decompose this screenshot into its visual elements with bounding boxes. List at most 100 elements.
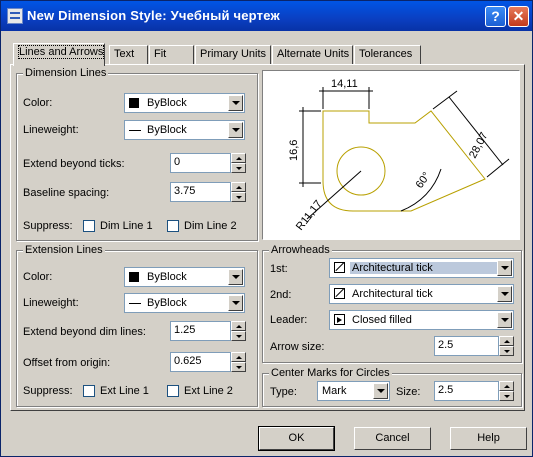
chevron-down-icon[interactable] (228, 95, 243, 111)
close-icon[interactable]: ✕ (508, 6, 529, 27)
spin-up-icon[interactable] (231, 352, 246, 362)
ext-offset-label: Offset from origin: (23, 357, 111, 369)
dim-line1-label: Dim Line 1 (100, 220, 153, 232)
ext-offset-stepper[interactable]: 0.625 (170, 352, 246, 372)
dim-radius-label: R11,17 (294, 198, 325, 233)
spin-up-icon[interactable] (499, 381, 514, 391)
dim-line2-checkbox[interactable] (167, 220, 179, 232)
second-arrow-select[interactable]: Architectural tick (329, 284, 514, 304)
tab-primary-units[interactable]: Primary Units (195, 45, 271, 64)
dim-color-value: ByBlock (147, 97, 187, 109)
second-arrow-label: 2nd: (270, 289, 292, 301)
ext-lineweight-value: ByBlock (147, 297, 187, 309)
ext-line2-checkbox[interactable] (167, 385, 179, 397)
leader-select[interactable]: Closed filled (329, 310, 514, 330)
ext-color-value: ByBlock (147, 271, 187, 283)
ext-extend-label: Extend beyond dim lines: (23, 326, 146, 338)
spin-down-icon[interactable] (231, 331, 246, 341)
ext-color-select[interactable]: ByBlock (124, 267, 245, 287)
preview-pane: 14,11 16,6 28,07 60° R11,17 (262, 70, 520, 240)
center-type-label: Type: (270, 386, 297, 398)
closed-filled-arrow-icon (334, 314, 345, 325)
chevron-down-icon[interactable] (228, 295, 243, 311)
chevron-down-icon[interactable] (497, 260, 512, 276)
dim-lineweight-label: Lineweight: (23, 124, 79, 136)
preview-outline (322, 110, 486, 212)
preview-labels: 14,11 16,6 28,07 60° R11,17 (288, 78, 491, 233)
ext-lineweight-label: Lineweight: (23, 297, 79, 309)
group-title: Center Marks for Circles (269, 367, 392, 379)
first-arrow-label: 1st: (270, 263, 288, 275)
ext-offset-input[interactable]: 0.625 (170, 352, 231, 372)
center-size-input[interactable]: 2.5 (434, 381, 499, 401)
center-size-stepper[interactable]: 2.5 (434, 381, 514, 401)
ext-line1-label: Ext Line 1 (100, 385, 149, 397)
lineweight-sample (129, 303, 141, 304)
tab-lines-and-arrows[interactable]: Lines and Arrows (13, 43, 105, 66)
arrow-size-input[interactable]: 2.5 (434, 336, 499, 356)
preview-drawing: 14,11 16,6 28,07 60° R11,17 (288, 78, 510, 233)
dim-extend-label: Extend beyond ticks: (23, 158, 125, 170)
group-title: Extension Lines (23, 244, 105, 256)
first-arrow-select[interactable]: Architectural tick (329, 258, 514, 278)
ext-color-label: Color: (23, 271, 53, 283)
center-size-label: Size: (396, 386, 421, 398)
help-button[interactable]: Help (450, 427, 527, 450)
spin-down-icon[interactable] (231, 362, 246, 372)
window-title: New Dimension Style: Учебный чертеж (27, 8, 280, 23)
dim-line2-label: Dim Line 2 (184, 220, 237, 232)
help-question-icon[interactable]: ? (485, 6, 506, 27)
chevron-down-icon[interactable] (497, 312, 512, 328)
ext-lineweight-select[interactable]: ByBlock (124, 293, 245, 313)
chevron-down-icon[interactable] (228, 269, 243, 285)
center-type-value: Mark (322, 385, 347, 397)
tab-fit[interactable]: Fit (149, 45, 194, 64)
spin-up-icon[interactable] (499, 336, 514, 346)
spin-down-icon[interactable] (499, 391, 514, 401)
center-type-select[interactable]: Mark (317, 381, 390, 401)
spin-down-icon[interactable] (231, 192, 246, 202)
second-arrow-value: Architectural tick (352, 288, 433, 300)
leader-label: Leader: (270, 314, 308, 326)
chevron-down-icon[interactable] (497, 286, 512, 302)
tab-alternate-units[interactable]: Alternate Units (272, 45, 353, 64)
spin-down-icon[interactable] (231, 163, 246, 173)
cancel-button[interactable]: Cancel (354, 427, 431, 450)
ext-line1-checkbox[interactable] (83, 385, 95, 397)
dim-color-label: Color: (23, 97, 53, 109)
ext-line2-label: Ext Line 2 (184, 385, 233, 397)
dim-extend-stepper[interactable]: 0 (170, 153, 246, 173)
group-title: Dimension Lines (23, 67, 109, 79)
dim-baseline-label: Baseline spacing: (23, 187, 110, 199)
dim-left-label: 16,6 (288, 140, 300, 161)
arrow-size-label: Arrow size: (270, 341, 325, 353)
spin-up-icon[interactable] (231, 153, 246, 163)
ext-extend-stepper[interactable]: 1.25 (170, 321, 246, 341)
chevron-down-icon[interactable] (373, 383, 388, 399)
architectural-tick-icon (334, 262, 345, 273)
dialog-window: New Dimension Style: Учебный чертеж ? ✕ … (0, 0, 533, 457)
dim-baseline-stepper[interactable]: 3.75 (170, 182, 246, 202)
app-icon (7, 8, 23, 24)
spin-up-icon[interactable] (231, 182, 246, 192)
spin-down-icon[interactable] (499, 346, 514, 356)
spin-up-icon[interactable] (231, 321, 246, 331)
tab-text[interactable]: Text (109, 45, 148, 64)
dim-extend-input[interactable]: 0 (170, 153, 231, 173)
dim-baseline-input[interactable]: 3.75 (170, 182, 231, 202)
dim-color-select[interactable]: ByBlock (124, 93, 245, 113)
group-title: Arrowheads (269, 244, 332, 256)
arrow-size-stepper[interactable]: 2.5 (434, 336, 514, 356)
tab-tolerances[interactable]: Tolerances (354, 45, 421, 64)
ext-suppress-label: Suppress: (23, 385, 73, 397)
ext-extend-input[interactable]: 1.25 (170, 321, 231, 341)
title-bar[interactable]: New Dimension Style: Учебный чертеж ? ✕ (1, 1, 532, 31)
chevron-down-icon[interactable] (228, 122, 243, 138)
color-swatch (129, 272, 139, 282)
dim-line1-checkbox[interactable] (83, 220, 95, 232)
architectural-tick-icon (334, 288, 345, 299)
dim-lineweight-value: ByBlock (147, 124, 187, 136)
ok-button[interactable]: OK (258, 426, 335, 451)
dim-lineweight-select[interactable]: ByBlock (124, 120, 245, 140)
leader-value: Closed filled (352, 314, 412, 326)
